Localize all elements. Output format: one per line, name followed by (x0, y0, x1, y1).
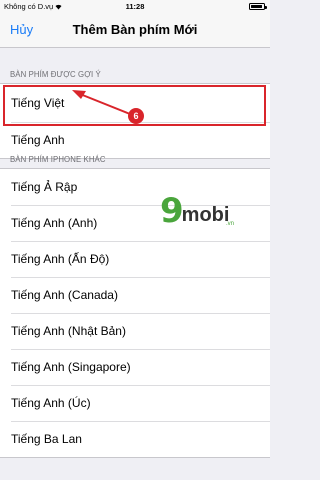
keyboard-item-english-australia[interactable]: Tiếng Anh (Úc) (0, 385, 270, 421)
keyboard-item-english-india[interactable]: Tiếng Anh (Ấn Độ) (0, 241, 270, 277)
keyboard-item-english-canada[interactable]: Tiếng Anh (Canada) (0, 277, 270, 313)
keyboard-item-polish[interactable]: Tiếng Ba Lan (0, 421, 270, 457)
status-bar: Không có D.vụ 11:28 (0, 0, 270, 14)
step-badge: 6 (128, 108, 144, 124)
other-keyboards-header: BÀN PHÍM IPHONE KHÁC (10, 155, 106, 164)
watermark-logo: 9 mobi .vn (160, 191, 234, 231)
status-time: 11:28 (125, 2, 145, 11)
battery-icon (249, 3, 267, 10)
keyboard-item-english-singapore[interactable]: Tiếng Anh (Singapore) (0, 349, 270, 385)
page-title: Thêm Bàn phím Mới (72, 22, 198, 37)
battery-level (251, 5, 262, 8)
watermark-suffix: .vn (226, 221, 235, 227)
watermark-digit: 9 (160, 191, 184, 231)
keyboard-item-tieng-anh[interactable]: Tiếng Anh (0, 122, 270, 158)
keyboard-item-arabic[interactable]: Tiếng Ả Rập (0, 169, 270, 205)
other-keyboards-list: Tiếng Ả Rập Tiếng Anh (Anh) Tiếng Anh (Ấ… (0, 168, 270, 458)
keyboard-item-english-japan[interactable]: Tiếng Anh (Nhật Bản) (0, 313, 270, 349)
watermark-text: mobi (181, 204, 230, 226)
navigation-bar: Hủy Thêm Bàn phím Mới (0, 14, 270, 48)
suggested-keyboards-header: BÀN PHÍM ĐƯỢC GỢI Ý (10, 70, 101, 79)
